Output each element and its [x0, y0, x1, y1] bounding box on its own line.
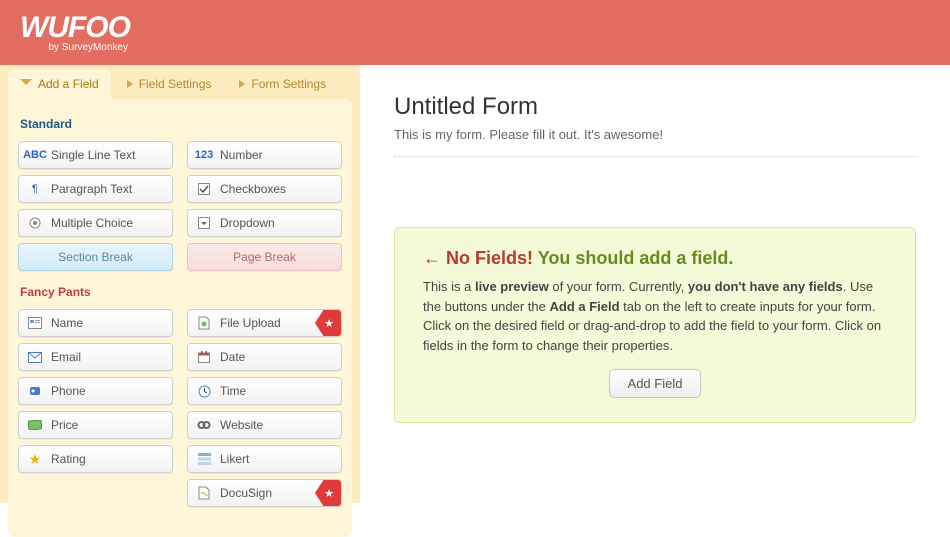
date-icon [196, 349, 212, 365]
field-label: File Upload [220, 316, 281, 330]
notice-nofields: No Fields! [446, 248, 533, 268]
field-label: Phone [51, 384, 86, 398]
logo-main: WUFOO [20, 13, 130, 43]
field-multiple-choice[interactable]: Multiple Choice [18, 209, 173, 237]
field-label: Email [51, 350, 81, 364]
field-label: Section Break [58, 250, 133, 264]
field-label: Time [220, 384, 246, 398]
tab-label: Add a Field [38, 77, 99, 91]
field-price[interactable]: Price [18, 411, 173, 439]
docusign-icon [196, 485, 212, 501]
number-icon: 123 [196, 147, 212, 163]
triangle-right-icon [239, 80, 245, 88]
field-date[interactable]: Date [187, 343, 342, 371]
field-website[interactable]: Website [187, 411, 342, 439]
price-icon [27, 417, 43, 433]
dropdown-icon [196, 215, 212, 231]
field-dropdown[interactable]: Dropdown [187, 209, 342, 237]
time-icon [196, 383, 212, 399]
field-label: Paragraph Text [51, 182, 132, 196]
field-label: Single Line Text [51, 148, 136, 162]
phone-icon [27, 383, 43, 399]
empty-form-notice: ← No Fields! You should add a field. Thi… [394, 227, 916, 423]
field-checkboxes[interactable]: Checkboxes [187, 175, 342, 203]
notice-heading: ← No Fields! You should add a field. [423, 248, 887, 269]
field-number[interactable]: 123 Number [187, 141, 342, 169]
tab-add-field[interactable]: Add a Field [8, 69, 111, 99]
website-icon [196, 417, 212, 433]
field-label: Website [220, 418, 263, 432]
field-section-break[interactable]: Section Break [18, 243, 173, 271]
tab-form-settings[interactable]: Form Settings [227, 69, 338, 99]
field-label: Date [220, 350, 245, 364]
sidebar: Add a Field Field Settings Form Settings… [0, 65, 360, 503]
abc-icon: ABC [27, 147, 43, 163]
field-name[interactable]: Name [18, 309, 173, 337]
arrow-left-icon: ← [423, 248, 441, 268]
field-email[interactable]: Email [18, 343, 173, 371]
field-label: Page Break [233, 250, 296, 264]
field-phone[interactable]: Phone [18, 377, 173, 405]
tab-label: Field Settings [139, 77, 212, 91]
sidebar-tabs: Add a Field Field Settings Form Settings [8, 65, 352, 99]
notice-shouldadd: You should add a field. [538, 248, 734, 268]
form-title: Untitled Form [394, 93, 916, 121]
field-page-break[interactable]: Page Break [187, 243, 342, 271]
email-icon [27, 349, 43, 365]
file-upload-icon [196, 315, 212, 331]
field-likert[interactable]: Likert [187, 445, 342, 473]
form-description: This is my form. Please fill it out. It'… [394, 127, 916, 142]
likert-icon [196, 451, 212, 467]
fancy-fields-grid: Name File Upload ★ Email [18, 309, 342, 507]
logo-sub: by SurveyMonkey [20, 43, 130, 53]
paragraph-icon: ¶ [27, 181, 43, 197]
field-time[interactable]: Time [187, 377, 342, 405]
checkbox-icon [196, 181, 212, 197]
tab-label: Form Settings [251, 77, 326, 91]
triangle-down-icon [20, 79, 32, 89]
field-label: Rating [51, 452, 86, 466]
field-label: Price [51, 418, 78, 432]
field-rating[interactable]: ★ Rating [18, 445, 173, 473]
field-label: Multiple Choice [51, 216, 133, 230]
field-label: Name [51, 316, 83, 330]
field-label: Checkboxes [220, 182, 286, 196]
field-label: Likert [220, 452, 249, 466]
form-preview: Untitled Form This is my form. Please fi… [360, 65, 950, 503]
sidebar-panel: Standard ABC Single Line Text 123 Number… [8, 99, 352, 537]
star-ribbon-icon: ★ [315, 480, 342, 506]
field-label: Number [220, 148, 263, 162]
field-label: DocuSign [220, 486, 272, 500]
notice-body: This is a live preview of your form. Cur… [423, 277, 887, 355]
main-area: Add a Field Field Settings Form Settings… [0, 65, 950, 503]
tab-field-settings[interactable]: Field Settings [115, 69, 224, 99]
radio-icon [27, 215, 43, 231]
section-standard-label: Standard [20, 117, 342, 131]
name-icon [27, 315, 43, 331]
triangle-right-icon [127, 80, 133, 88]
divider [394, 156, 916, 157]
logo: WUFOO by SurveyMonkey [20, 13, 130, 53]
field-label: Dropdown [220, 216, 275, 230]
field-single-line-text[interactable]: ABC Single Line Text [18, 141, 173, 169]
field-paragraph-text[interactable]: ¶ Paragraph Text [18, 175, 173, 203]
section-fancy-label: Fancy Pants [20, 285, 342, 299]
standard-fields-grid: ABC Single Line Text 123 Number ¶ Paragr… [18, 141, 342, 271]
add-field-button[interactable]: Add Field [609, 369, 702, 398]
app-header: WUFOO by SurveyMonkey [0, 0, 950, 65]
star-ribbon-icon: ★ [315, 310, 342, 336]
rating-icon: ★ [27, 451, 43, 467]
field-file-upload[interactable]: File Upload ★ [187, 309, 342, 337]
